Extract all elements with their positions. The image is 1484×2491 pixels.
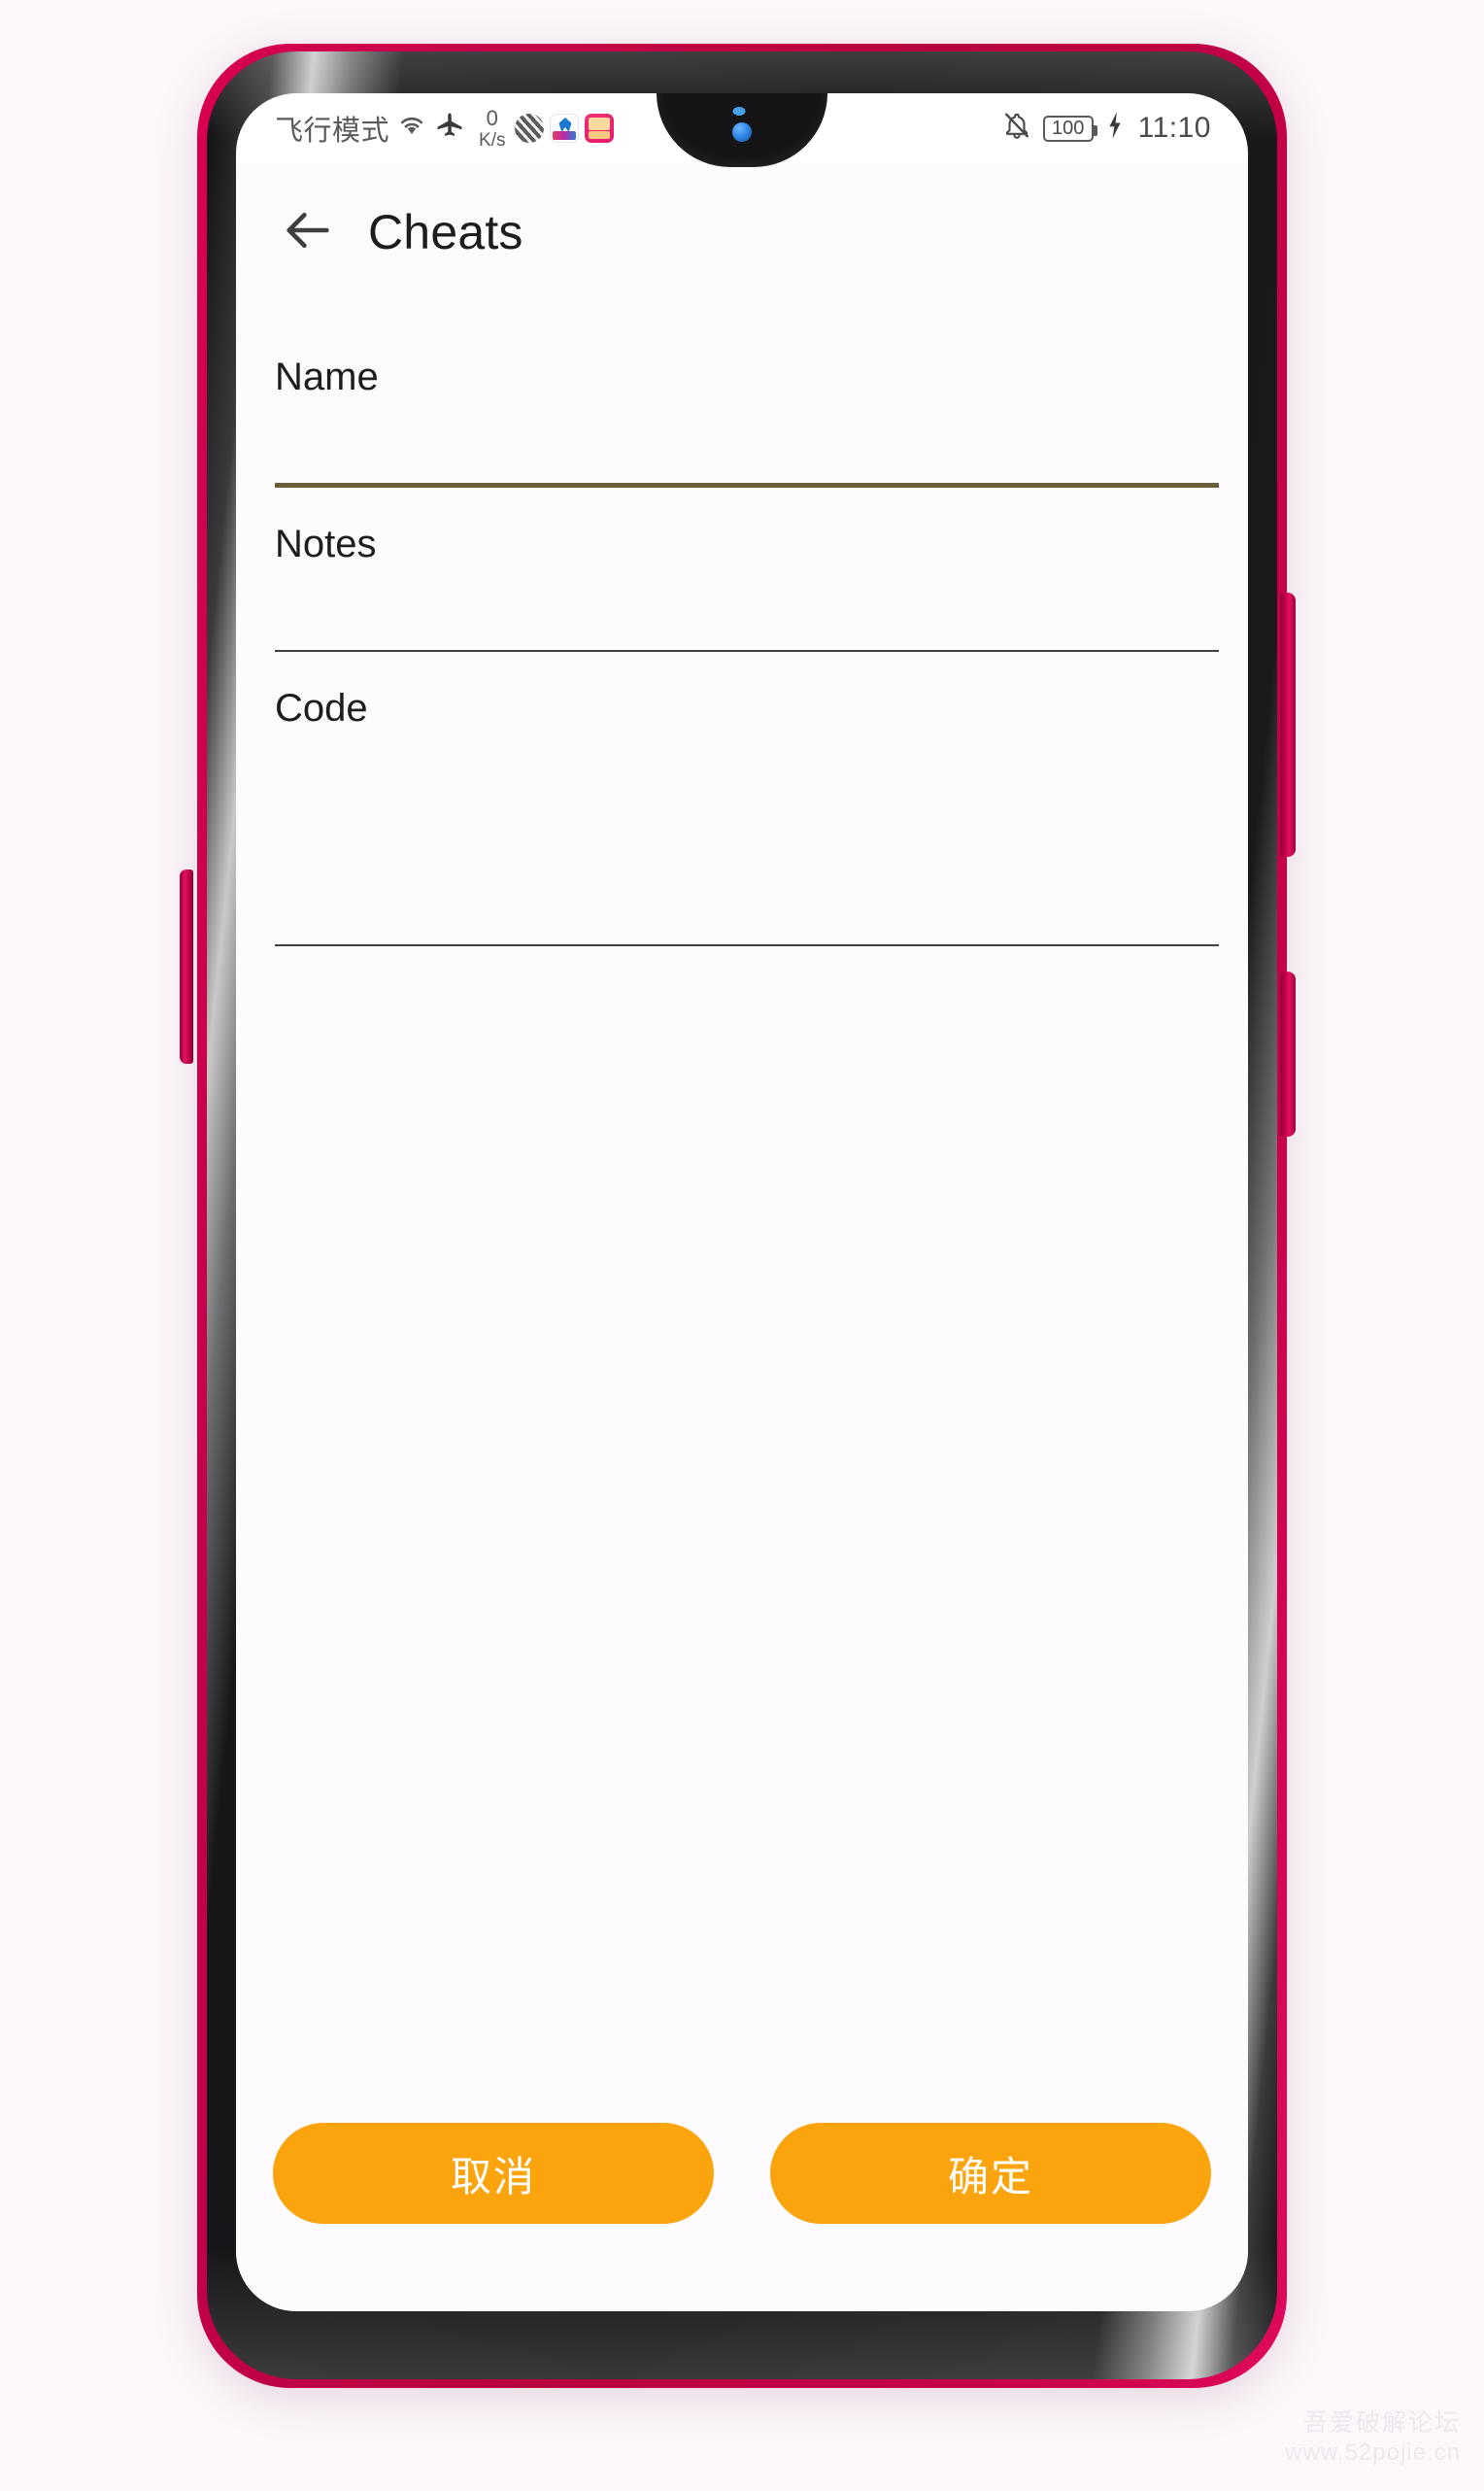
- form-spacer: [265, 946, 1219, 2123]
- front-camera-icon: [732, 122, 752, 142]
- tray-app-icon-weather: [515, 114, 545, 143]
- bell-muted-icon: [1002, 110, 1031, 148]
- notes-input[interactable]: [275, 566, 1219, 650]
- back-button[interactable]: [271, 195, 345, 269]
- phone-screen: 飞行模式 0 K/s 100 11:10 Cheats Name Notes C…: [236, 93, 1248, 2311]
- airplane-icon: [434, 111, 465, 147]
- app-content: Cheats Name Notes Code 取消 确定: [236, 163, 1248, 2311]
- cancel-button[interactable]: 取消: [273, 2123, 714, 2224]
- tray-app-icon-hebao: [585, 114, 615, 143]
- field-name-label: Name: [275, 356, 379, 398]
- camera-glint: [732, 107, 746, 116]
- name-input[interactable]: [275, 399, 1219, 483]
- charging-bolt-icon: [1105, 111, 1125, 147]
- field-code-underline: [275, 944, 1219, 946]
- app-bar: Cheats: [236, 163, 1248, 301]
- side-button-volume-left[interactable]: [180, 870, 193, 1064]
- wifi-icon: [395, 111, 428, 147]
- status-bar-left-group: 飞行模式 0 K/s: [275, 105, 615, 151]
- field-code-label: Code: [275, 687, 368, 730]
- field-notes[interactable]: Notes: [265, 488, 1219, 652]
- battery-indicator: 100: [1042, 115, 1097, 142]
- network-speed-indicator: 0 K/s: [479, 105, 506, 151]
- code-input[interactable]: [275, 731, 1219, 944]
- watermark: 吾爱破解论坛 www.52pojie.cn: [1285, 2408, 1461, 2468]
- network-speed-value: 0: [486, 105, 498, 130]
- watermark-line-1: 吾爱破解论坛: [1302, 2408, 1461, 2437]
- status-bar-right-group: 100 11:10: [1002, 93, 1211, 163]
- battery-level-label: 100: [1051, 117, 1085, 139]
- field-code[interactable]: Code: [265, 652, 1219, 946]
- tray-app-icon-telecom: [550, 114, 580, 143]
- dialog-action-row: 取消 确定: [236, 2123, 1248, 2311]
- watermark-line-2: www.52pojie.cn: [1285, 2440, 1461, 2466]
- field-notes-label: Notes: [275, 523, 377, 565]
- side-button-volume-right[interactable]: [1280, 972, 1296, 1137]
- page-title: Cheats: [368, 205, 523, 259]
- network-speed-unit: K/s: [479, 129, 506, 151]
- cheat-form: Name Notes Code: [236, 301, 1248, 2123]
- status-bar-clock: 11:10: [1137, 112, 1211, 144]
- back-arrow-icon: [280, 202, 336, 263]
- airplane-mode-label: 飞行模式: [275, 116, 390, 147]
- field-name[interactable]: Name: [265, 301, 1219, 488]
- confirm-button[interactable]: 确定: [770, 2123, 1211, 2224]
- side-button-power[interactable]: [1280, 593, 1296, 857]
